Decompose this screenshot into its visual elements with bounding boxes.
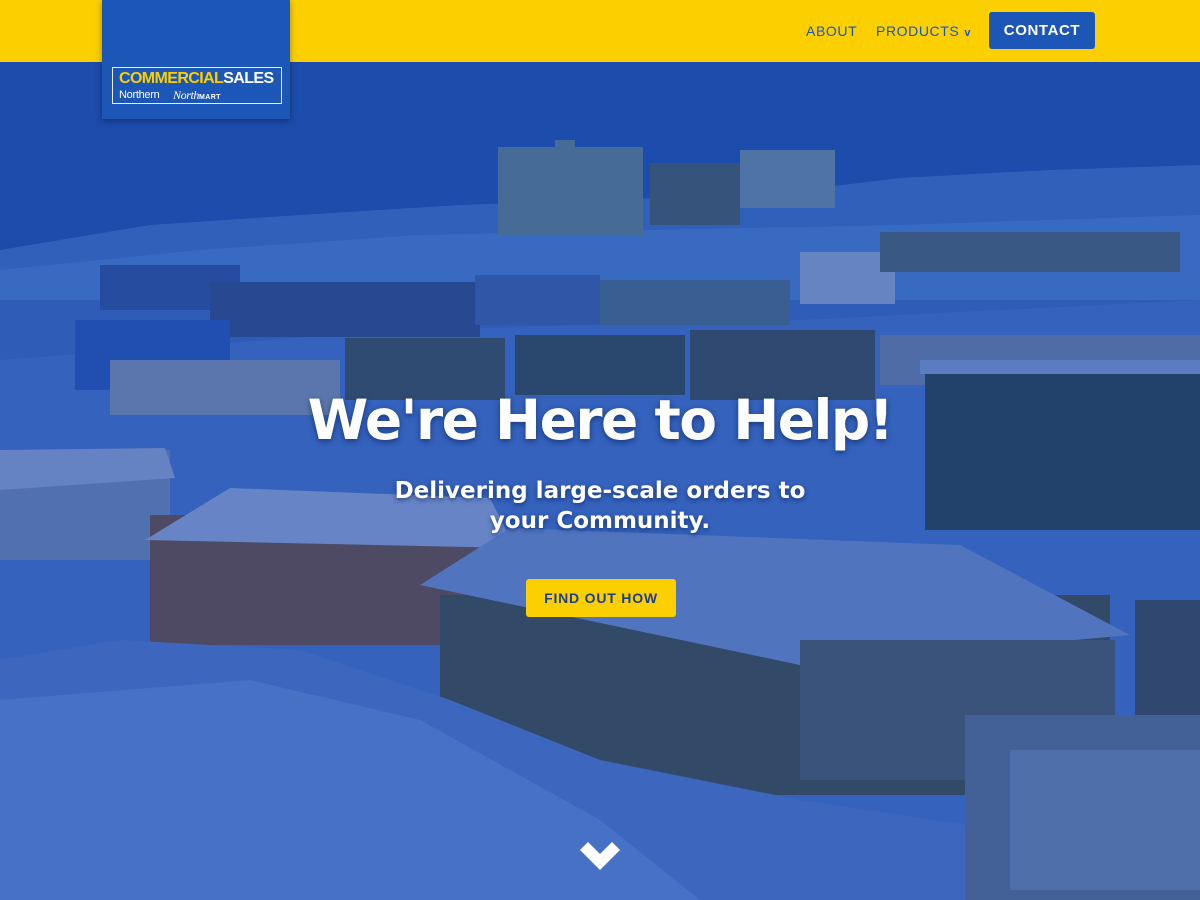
- logo-brand-northmart: NorthMART: [173, 88, 221, 103]
- nav-products-menu[interactable]: PRODUCTS v: [876, 23, 971, 39]
- logo-title-part2: SALES: [223, 70, 274, 87]
- nav-about-link[interactable]: ABOUT: [806, 23, 857, 39]
- logo-brand-northern: Northern: [119, 89, 160, 101]
- scroll-down-button[interactable]: [578, 840, 622, 876]
- logo-brand-script: North: [173, 88, 200, 102]
- logo-brand-caps: MART: [199, 94, 221, 101]
- logo[interactable]: COMMERCIALSALES Northern NorthMART: [102, 0, 290, 119]
- logo-title-part1: COMMERCIAL: [119, 70, 224, 87]
- chevron-down-icon: v: [964, 27, 972, 39]
- logo-title: COMMERCIALSALES: [119, 71, 274, 87]
- contact-button[interactable]: CONTACT: [989, 12, 1095, 49]
- hero-title: We're Here to Help!: [307, 388, 894, 452]
- find-out-how-button[interactable]: FIND OUT HOW: [526, 579, 676, 617]
- chevron-down-icon: [580, 842, 620, 870]
- hero-subtitle-line2: your Community.: [489, 508, 711, 534]
- hero-subtitle-line1: Delivering large-scale orders to: [394, 478, 806, 504]
- nav-products-label: PRODUCTS: [876, 23, 960, 39]
- hero-subtitle: Delivering large-scale orders to your Co…: [0, 476, 1200, 536]
- logo-frame: COMMERCIALSALES Northern NorthMART: [112, 67, 282, 104]
